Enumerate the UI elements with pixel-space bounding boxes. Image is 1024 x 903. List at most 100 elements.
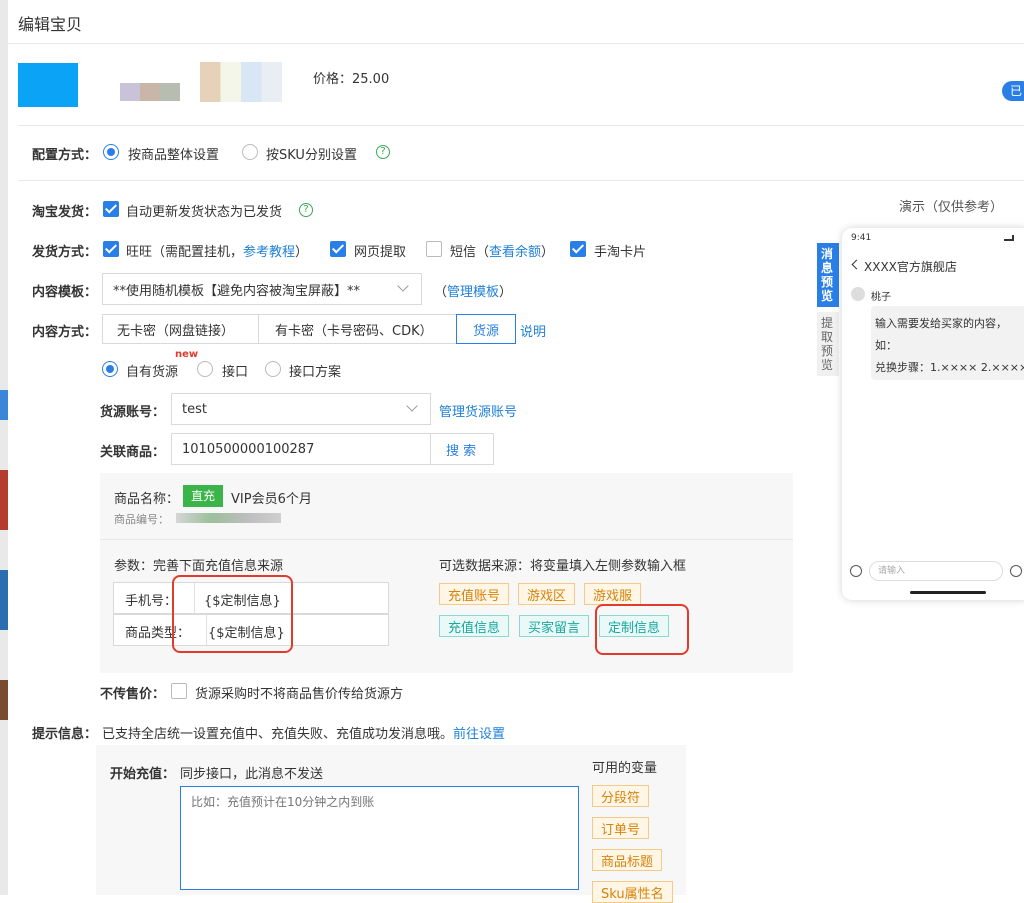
sms-close: ） [541,245,555,260]
help-link[interactable]: 说明 [520,321,546,340]
related-product-input[interactable]: 1010500000100287 [171,433,431,465]
config-option-sku[interactable]: 按SKU分别设置 [266,144,357,163]
dialog-title: 编辑宝贝 [18,15,83,34]
no-price-text: 货源采购时不将商品售价传给货源方 [195,687,404,702]
wangwang-close: ） [295,245,309,260]
tab-no-card-label: 无卡密（网盘链接） [117,323,235,339]
product-name-label: 商品名称： [114,492,180,507]
tutorial-link[interactable]: 参考教程 [243,245,295,260]
tab-with-card-label: 有卡密（卡号密码、CDK） [275,323,433,339]
message-line: 如： [875,339,897,352]
price-label: 价格：25.00 [313,72,390,87]
taobao-ship-label: 淘宝发货： [32,205,98,220]
help-icon[interactable]: ? [376,145,390,159]
tab-no-card[interactable]: 无卡密（网盘链接） [102,314,259,344]
manage-template: （管理模板） [434,281,512,300]
product-title-blur [120,83,180,101]
card-checkbox[interactable] [570,241,586,257]
chat-input-placeholder: 请输入 [878,566,906,576]
var-sku-attr[interactable]: Sku属性名 [592,881,673,903]
radio-interface-plan[interactable] [265,361,281,377]
own-source-label[interactable]: 自有货源 [126,361,178,380]
var-buyer-message[interactable]: 买家留言 [519,615,590,637]
help-icon[interactable]: ? [299,203,313,217]
manage-close: ） [499,285,513,300]
preview-tab-message-label: 消息预览 [821,247,834,303]
search-button[interactable]: 搜 索 [430,433,494,465]
sms-checkbox[interactable] [426,241,442,257]
param-label-phone: 手机号： [125,594,178,609]
web-extract-checkbox[interactable] [330,241,346,257]
interface-label[interactable]: 接口 [222,361,248,380]
var-separator[interactable]: 分段符 [592,785,650,807]
radio-interface[interactable] [197,361,213,377]
tips-label: 提示信息： [32,727,98,742]
start-charge-textarea[interactable] [180,786,579,890]
preview-tab-extract[interactable]: 提取预览 [817,312,839,376]
preview-tab-message[interactable]: 消息预览 [817,243,839,307]
product-name: VIP会员6个月 [231,492,312,507]
status-badge[interactable]: 已 [1002,81,1024,101]
start-charge-note: 同步接口，此消息不发送 [180,767,324,782]
product-code-blur [176,513,281,523]
var-order-no[interactable]: 订单号 [592,817,650,839]
params-title: 参数：完善下面充值信息来源 [114,559,284,574]
voice-icon[interactable] [850,565,862,577]
tab-source-label: 货源 [473,323,500,339]
auto-ship-checkbox[interactable] [103,201,119,217]
wangwang-checkbox[interactable] [103,241,119,257]
related-product-value: 1010500000100287 [182,441,315,457]
panel-divider [100,539,793,540]
manage-template-link[interactable]: 管理模板 [447,285,499,300]
background-strip-block [0,570,8,630]
ship-method-label: 发货方式： [32,245,98,260]
var-product-title[interactable]: 商品标题 [592,849,663,871]
search-button-label: 搜 索 [446,443,477,459]
preview-title: 演示（仅供参考） [899,200,1004,215]
back-icon[interactable] [851,259,862,270]
template-selected: **使用随机模板【避免内容被淘宝屏蔽】** [113,283,361,299]
sms-label: 短信（查看余额） [450,241,554,260]
message-bubble: 输入需要发给买家的内容， 如： 兑换步骤：1.×××× 2.×××× [871,306,1024,380]
variables-title: 可用的变量 [592,761,658,776]
var-charge-info[interactable]: 充值信息 [439,615,510,637]
config-radio-sku[interactable] [242,144,258,160]
config-label: 配置方式： [32,148,98,163]
related-product-label: 关联商品： [100,445,166,460]
web-extract-label: 网页提取 [354,245,407,260]
auto-ship-label: 自动更新发货状态为已发货 [126,205,283,220]
template-select[interactable]: **使用随机模板【避免内容被淘宝屏蔽】** [102,273,422,305]
source-account-select[interactable]: test [171,393,431,425]
highlight-box-custom-info [595,604,689,655]
manage-source-account-link[interactable]: 管理货源账号 [439,401,517,420]
var-game-server[interactable]: 游戏服 [584,583,642,605]
header-divider [8,43,1024,44]
divider [18,180,1024,181]
background-strip-block [0,470,8,530]
start-charge-label: 开始充值： [110,767,176,782]
var-game-zone[interactable]: 游戏区 [518,583,576,605]
radio-own-source[interactable] [102,361,118,377]
chat-input[interactable]: 请输入 [869,561,1003,581]
optional-sources-title: 可选数据来源：将变量填入左侧参数输入框 [439,559,687,574]
check-balance-link[interactable]: 查看余额 [489,245,541,260]
content-method-label: 内容方式： [32,325,98,340]
go-settings-link[interactable]: 前往设置 [453,727,505,742]
var-charge-account[interactable]: 充值账号 [439,583,510,605]
chevron-down-icon [397,280,409,292]
config-option-whole[interactable]: 按商品整体设置 [128,144,219,163]
tips-text: 已支持全店统一设置充值中、充值失败、充值成功发消息哦。前往设置 [102,723,505,742]
tips-body: 已支持全店统一设置充值中、充值失败、充值成功发消息哦。 [102,727,454,742]
tab-source[interactable]: 货源 [456,314,516,344]
wangwang-text: 旺旺（需配置挂机， [126,245,244,260]
interface-plan-label[interactable]: 接口方案 [289,361,341,380]
sms-text: 短信（ [450,245,490,260]
background-page-strip [0,0,8,895]
product-thumbnail [18,63,78,107]
chevron-down-icon [406,400,418,412]
shop-name: XXXX官方旗舰店 [864,260,957,274]
emoji-icon[interactable] [1010,565,1022,577]
tab-with-card[interactable]: 有卡密（卡号密码、CDK） [258,314,457,344]
config-radio-whole[interactable] [103,144,119,160]
no-price-checkbox[interactable] [171,683,187,699]
